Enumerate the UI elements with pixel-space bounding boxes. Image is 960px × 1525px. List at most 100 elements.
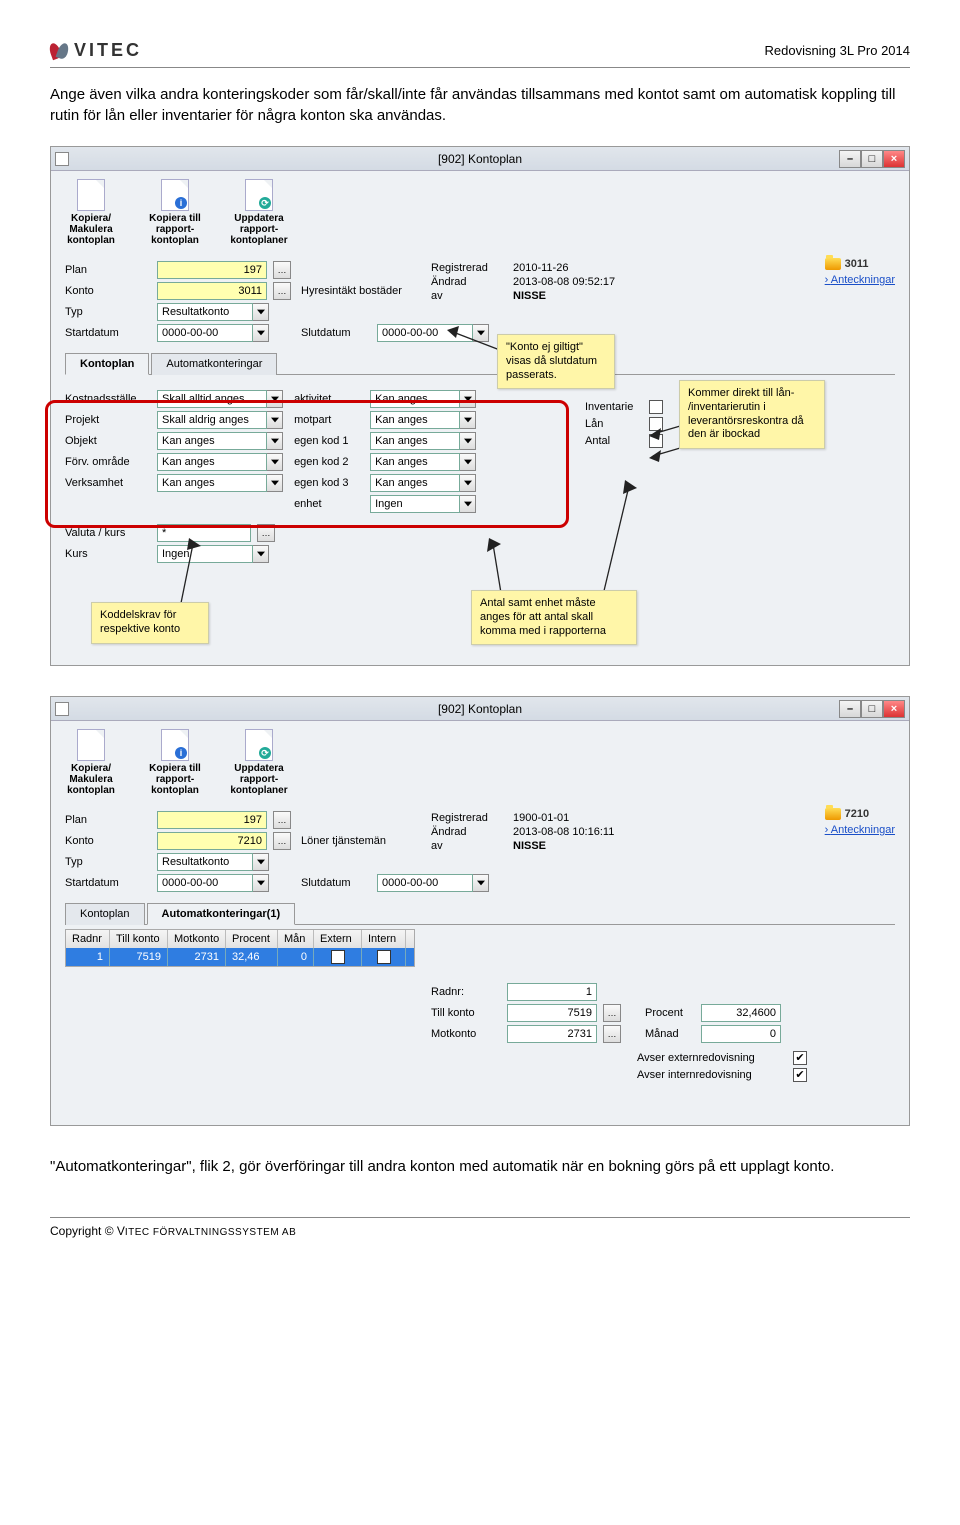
dropdown-button[interactable] [460,453,476,471]
enhet-label: enhet [294,498,364,510]
extern-checkbox[interactable] [793,1051,807,1065]
dropdown-button[interactable] [253,545,269,563]
plan-input[interactable]: 197 [157,811,267,829]
tab-automatkonteringar[interactable]: Automatkonteringar(1) [147,903,296,925]
update-report-button[interactable]: ⟳ Uppdatera rapport- kontoplaner [229,179,289,246]
konto-input[interactable]: 7210 [157,832,267,850]
copy-to-report-button[interactable]: i Kopiera till rapport- kontoplan [145,729,205,796]
konto-lookup-button[interactable]: … [273,832,291,850]
detail-proc-value[interactable]: 32,4600 [701,1004,781,1022]
dropdown-button[interactable] [460,495,476,513]
detail-radnr-value[interactable]: 1 [507,983,597,1001]
inventarie-checkbox[interactable] [649,400,663,414]
detail-ext-label: Avser externredovisning [637,1052,787,1064]
detail-mot-value[interactable]: 2731 [507,1025,597,1043]
tab-automatkonteringar[interactable]: Automatkonteringar [151,353,277,375]
maximize-button[interactable]: □ [861,700,883,718]
update-report-button[interactable]: ⟳ Uppdatera rapport- kontoplaner [229,729,289,796]
startdatum-dropdown-button[interactable] [253,324,269,342]
aktivitet-select[interactable]: Kan anges [370,390,460,408]
egenkod2-select[interactable]: Kan anges [370,453,460,471]
plan-input[interactable]: 197 [157,261,267,279]
dropdown-button[interactable] [473,874,489,892]
cell-procent: 32,46 [226,948,278,966]
dropdown-button[interactable] [267,390,283,408]
konto-desc: Hyresintäkt bostäder [301,285,402,297]
dropdown-button[interactable] [253,874,269,892]
detail-till-label: Till konto [431,1007,501,1019]
tab-kontoplan[interactable]: Kontoplan [65,903,145,925]
minimize-button[interactable]: – [839,150,861,168]
intro-paragraph: Ange även vilka andra konteringskoder so… [50,84,910,126]
typ-select[interactable]: Resultatkonto [157,853,253,871]
dropdown-button[interactable] [267,474,283,492]
konto-input[interactable]: 3011 [157,282,267,300]
egenkod1-label: egen kod 1 [294,435,364,447]
plan-label: Plan [65,814,151,826]
notes-link[interactable]: Anteckningar [825,274,895,286]
notes-link[interactable]: Anteckningar [825,824,895,836]
detail-till-value[interactable]: 7519 [507,1004,597,1022]
window-icon [55,702,69,716]
antal-checkbox[interactable] [649,434,663,448]
dropdown-button[interactable] [267,453,283,471]
folder-link[interactable]: 7210 [825,808,895,820]
projekt-select[interactable]: Skall aldrig anges [157,411,267,429]
copy-to-report-button[interactable]: i Kopiera till rapport- kontoplan [145,179,205,246]
kurs-select[interactable]: Ingen [157,545,253,563]
dropdown-button[interactable] [460,411,476,429]
kostnadsstalle-select[interactable]: Skall alltid anges [157,390,267,408]
startdatum-input[interactable]: 0000-00-00 [157,874,253,892]
folder-link[interactable]: 3011 [825,258,895,270]
close-button[interactable]: × [883,150,905,168]
note-inventarie: Kommer direkt till lån- /inventarierutin… [679,380,825,449]
typ-select[interactable]: Resultatkonto [157,303,253,321]
lookup-button[interactable]: … [603,1004,621,1022]
detail-man-value[interactable]: 0 [701,1025,781,1043]
minimize-button[interactable]: – [839,700,861,718]
dropdown-button[interactable] [267,432,283,450]
folder-number: 7210 [845,808,869,820]
dropdown-button[interactable] [253,853,269,871]
typ-dropdown-button[interactable] [253,303,269,321]
konto-lookup-button[interactable]: … [273,282,291,300]
valuta-input[interactable]: * [157,524,251,542]
forvomrade-select[interactable]: Kan anges [157,453,267,471]
dropdown-button[interactable] [460,432,476,450]
projekt-label: Projekt [65,414,151,426]
extern-checkbox[interactable] [331,950,345,964]
dropdown-button[interactable] [460,474,476,492]
table-row[interactable]: 1 7519 2731 32,46 0 [66,948,414,966]
egenkod3-select[interactable]: Kan anges [370,474,460,492]
enhet-select[interactable]: Ingen [370,495,460,513]
copy-plan-button[interactable]: Kopiera/ Makulera kontoplan [61,179,121,246]
slutdatum-input[interactable]: 0000-00-00 [377,874,473,892]
by-value: NISSE [513,840,546,852]
copy-to-report-label: Kopiera till rapport- kontoplan [145,763,205,796]
dropdown-button[interactable] [460,390,476,408]
cell-tillkonto: 7519 [110,948,168,966]
intern-checkbox[interactable] [793,1068,807,1082]
verksamhet-select[interactable]: Kan anges [157,474,267,492]
valuta-lookup-button[interactable]: … [257,524,275,542]
objekt-select[interactable]: Kan anges [157,432,267,450]
egenkod1-select[interactable]: Kan anges [370,432,460,450]
maximize-button[interactable]: □ [861,150,883,168]
document-info-icon: i [161,179,189,211]
slutdatum-input[interactable]: 0000-00-00 [377,324,473,342]
note-antal: Antal samt enhet måste anges för att ant… [471,590,637,645]
close-button[interactable]: × [883,700,905,718]
intern-checkbox[interactable] [377,950,391,964]
slutdatum-dropdown-button[interactable] [473,324,489,342]
lookup-button[interactable]: … [603,1025,621,1043]
note-slutdatum: "Konto ej giltigt" visas då slutdatum pa… [497,334,615,389]
startdatum-input[interactable]: 0000-00-00 [157,324,253,342]
dropdown-button[interactable] [267,411,283,429]
motpart-select[interactable]: Kan anges [370,411,460,429]
plan-lookup-button[interactable]: … [273,811,291,829]
lan-checkbox[interactable] [649,417,663,431]
tab-kontoplan[interactable]: Kontoplan [65,353,149,375]
konto-label: Konto [65,285,151,297]
plan-lookup-button[interactable]: … [273,261,291,279]
copy-plan-button[interactable]: Kopiera/ Makulera kontoplan [61,729,121,796]
